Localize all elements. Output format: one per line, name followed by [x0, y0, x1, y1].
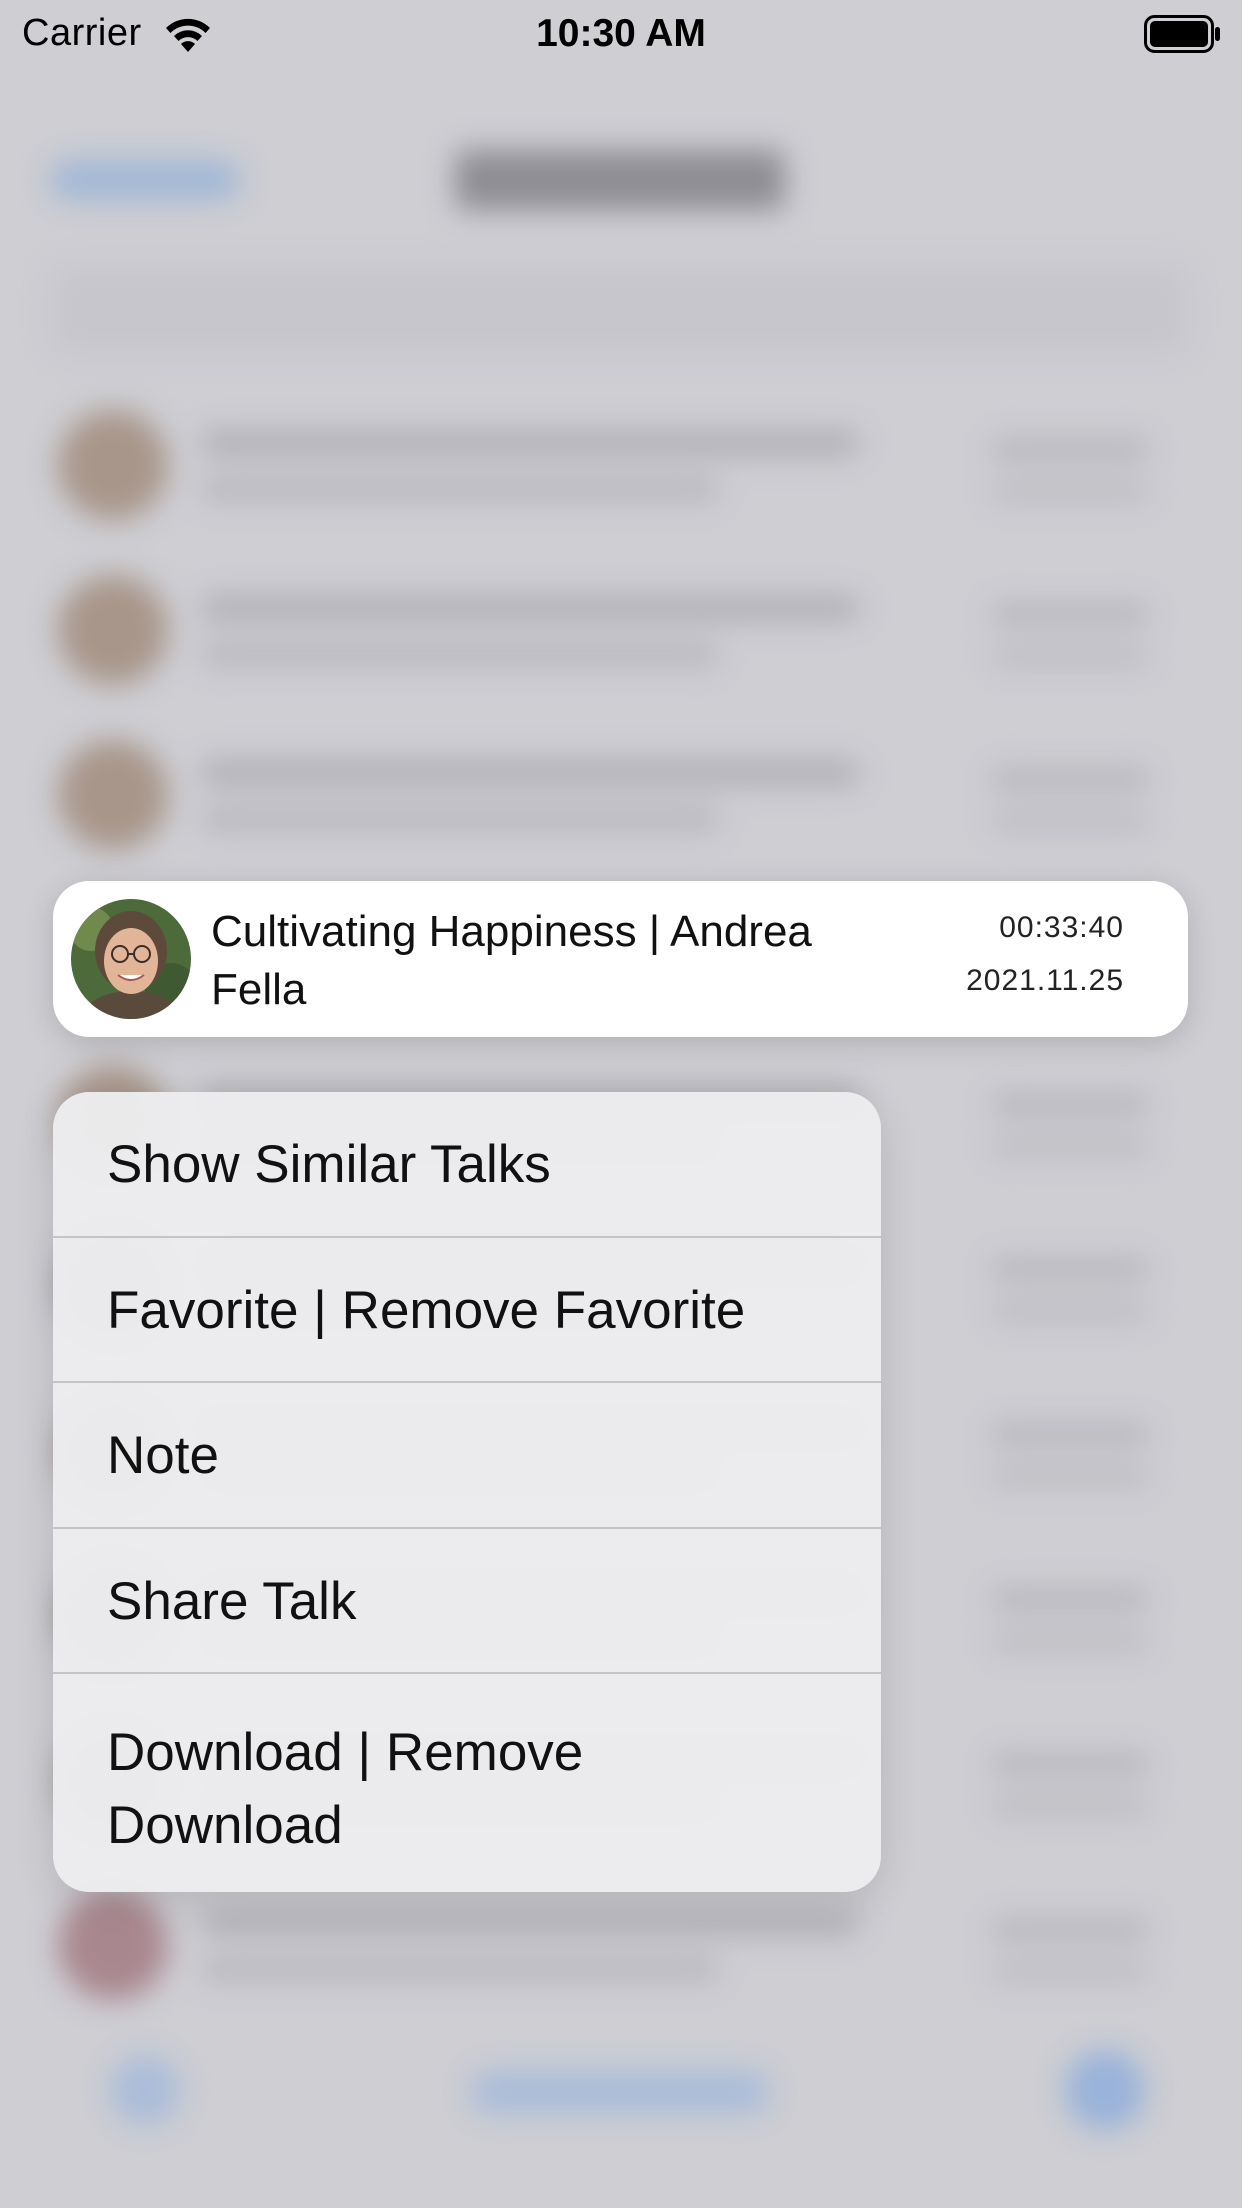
talk-preview-card[interactable]: Cultivating Happiness | Andrea Fella 00:…: [53, 881, 1188, 1037]
menu-item-label: Favorite | Remove Favorite: [107, 1281, 746, 1340]
menu-item-label: Download | Remove Download: [107, 1723, 584, 1855]
talk-duration: 00:33:40: [999, 911, 1124, 944]
talk-date: 2021.11.25: [966, 964, 1124, 997]
context-menu: Show Similar Talks Favorite | Remove Fav…: [53, 1092, 881, 1892]
status-bar: Carrier 10:30 AM: [0, 0, 1242, 66]
menu-item-favorite[interactable]: Favorite | Remove Favorite: [53, 1238, 881, 1383]
menu-item-label: Share Talk: [107, 1572, 357, 1631]
menu-item-share-talk[interactable]: Share Talk: [53, 1529, 881, 1674]
menu-item-note[interactable]: Note: [53, 1383, 881, 1529]
talk-title: Cultivating Happiness | Andrea Fella: [211, 907, 812, 1014]
menu-item-show-similar-talks[interactable]: Show Similar Talks: [53, 1092, 881, 1238]
battery-full-icon: [1144, 15, 1220, 53]
menu-item-download[interactable]: Download | Remove Download: [53, 1674, 881, 1892]
menu-item-label: Show Similar Talks: [107, 1135, 551, 1194]
clock: 10:30 AM: [536, 12, 706, 55]
menu-item-label: Note: [107, 1426, 219, 1485]
speaker-avatar: [71, 899, 191, 1019]
